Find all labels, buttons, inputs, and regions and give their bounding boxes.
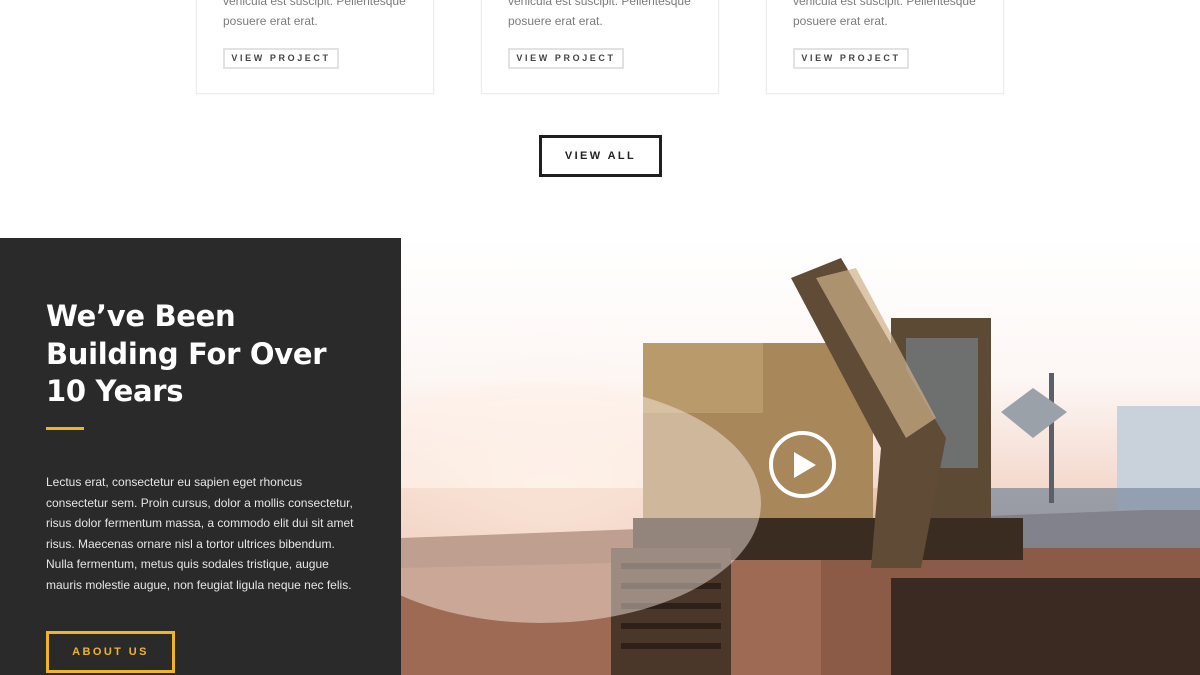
about-us-button[interactable]: ABOUT US <box>46 631 175 673</box>
about-panel: We’ve Been Building For Over 10 Years Le… <box>0 238 401 675</box>
about-description-line: risus dolor fermentum massa, a commodo e… <box>46 516 354 530</box>
project-cards: vehicula est suscipit. Pellentesque posu… <box>196 0 1006 96</box>
about-description-line: Lectus erat, consectetur eu sapien eget … <box>46 475 303 489</box>
view-all-button[interactable]: VIEW ALL <box>539 135 662 177</box>
play-button[interactable] <box>769 431 836 498</box>
excerpt-line: vehicula est suscipit. Pellentesque <box>793 0 976 8</box>
about-description-line: risus. Maecenas ornare nisl a tortor ult… <box>46 536 335 551</box>
project-card-excerpt: vehicula est suscipit. Pellentesque posu… <box>793 0 993 31</box>
project-card: vehicula est suscipit. Pellentesque posu… <box>766 0 1004 94</box>
project-card: vehicula est suscipit. Pellentesque posu… <box>481 0 719 94</box>
about-title-line: We’ve Been <box>46 299 236 333</box>
excerpt-line: posuere erat erat. <box>793 14 888 28</box>
excerpt-line: posuere erat erat. <box>508 14 603 28</box>
excerpt-line: vehicula est suscipit. Pellentesque <box>223 0 406 8</box>
about-title: We’ve Been Building For Over 10 Years <box>46 298 366 411</box>
about-title-line: Building For Over <box>46 336 327 371</box>
about-description-line: consectetur sem. Proin cursus, dolor a m… <box>46 495 353 510</box>
view-project-button[interactable]: VIEW PROJECT <box>793 48 909 69</box>
view-project-button[interactable]: VIEW PROJECT <box>223 48 339 69</box>
project-card-excerpt: vehicula est suscipit. Pellentesque posu… <box>223 0 423 31</box>
project-card: vehicula est suscipit. Pellentesque posu… <box>196 0 434 94</box>
about-description: Lectus erat, consectetur eu sapien eget … <box>46 472 366 595</box>
about-description-line: mauris molestie augue, non feugiat ligul… <box>46 577 352 592</box>
play-icon <box>794 452 816 478</box>
about-description-line: Nulla fermentum, metus quis sodales tris… <box>46 557 329 571</box>
project-card-excerpt: vehicula est suscipit. Pellentesque posu… <box>508 0 708 31</box>
excavator-video[interactable] <box>401 238 1200 675</box>
excerpt-line: posuere erat erat. <box>223 14 318 28</box>
about-title-line: 10 Years <box>46 374 184 408</box>
title-accent-divider <box>46 427 84 430</box>
excerpt-line: vehicula est suscipit. Pellentesque <box>508 0 691 8</box>
view-project-button[interactable]: VIEW PROJECT <box>508 48 624 69</box>
